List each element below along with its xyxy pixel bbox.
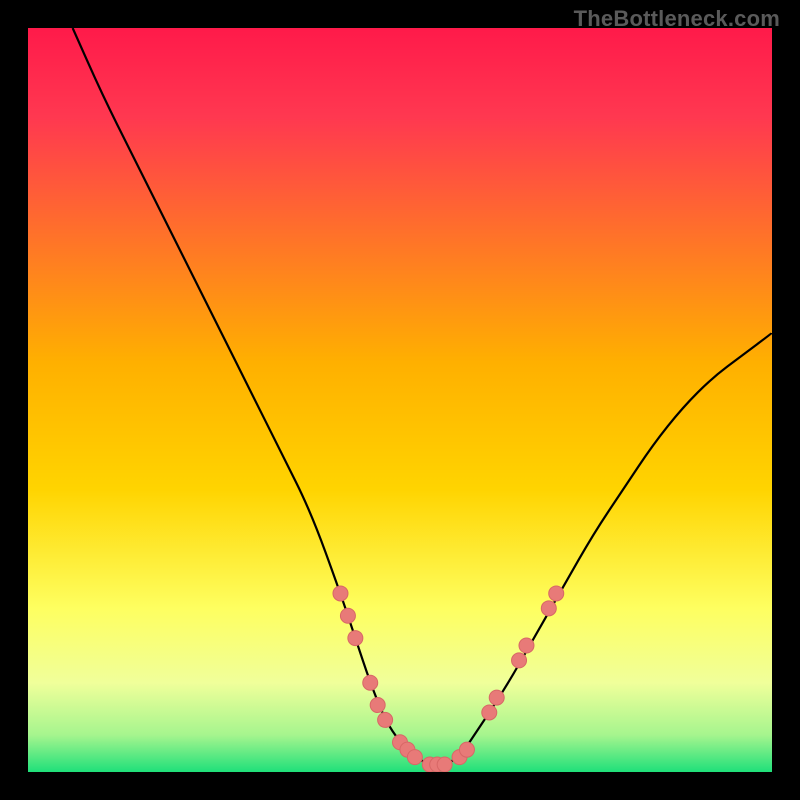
data-marker: [370, 698, 385, 713]
data-marker: [363, 675, 378, 690]
data-marker: [437, 757, 452, 772]
data-marker: [482, 705, 497, 720]
data-marker: [512, 653, 527, 668]
data-marker: [340, 608, 355, 623]
data-marker: [407, 750, 422, 765]
data-marker: [519, 638, 534, 653]
data-marker: [549, 586, 564, 601]
plot-area: [28, 28, 772, 772]
chart-svg: [28, 28, 772, 772]
data-marker: [459, 742, 474, 757]
data-marker: [333, 586, 348, 601]
data-marker: [348, 631, 363, 646]
data-marker: [541, 601, 556, 616]
gradient-background: [28, 28, 772, 772]
chart-container: TheBottleneck.com: [0, 0, 800, 800]
data-marker: [378, 712, 393, 727]
data-marker: [489, 690, 504, 705]
